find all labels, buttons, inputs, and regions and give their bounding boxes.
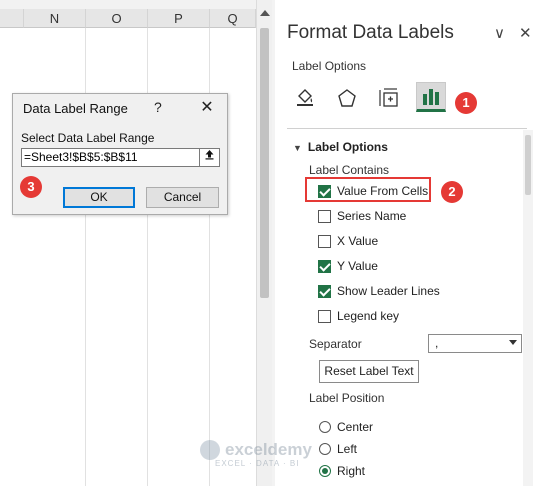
radio-center[interactable]: Center [319, 419, 373, 435]
radio-button[interactable] [319, 443, 331, 455]
radio-label: Center [337, 420, 374, 434]
radio-label: Right [337, 464, 366, 478]
watermark-tagline: EXCEL · DATA · BI [215, 459, 300, 468]
column-header-o[interactable]: O [86, 9, 148, 28]
sheet-top-strip [0, 0, 256, 9]
pane-subtitle[interactable]: Label Options [292, 59, 366, 73]
collapse-dialog-button[interactable] [200, 148, 220, 167]
label-options-bar-chart-icon[interactable] [416, 82, 446, 112]
checkbox-box[interactable] [318, 209, 331, 223]
effects-pentagon-icon[interactable] [333, 84, 361, 112]
column-header-p[interactable]: P [148, 9, 210, 28]
checkbox-box[interactable] [318, 234, 331, 248]
checkbox-series-name[interactable]: Series Name [318, 208, 406, 224]
size-properties-icon[interactable] [375, 84, 403, 112]
watermark-name: exceldemy [225, 440, 312, 459]
checkbox-label: Series Name [337, 209, 407, 223]
pane-scrollbar-thumb[interactable] [525, 135, 531, 195]
column-header-q[interactable]: Q [210, 9, 256, 28]
sheet-vertical-scrollbar[interactable] [256, 0, 272, 486]
column-header-n[interactable]: N [24, 9, 86, 28]
checkbox-label: Show Leader Lines [337, 284, 440, 298]
chevron-down-icon [509, 340, 517, 345]
separator-label: Separator [309, 337, 362, 351]
radio-left[interactable]: Left [319, 441, 357, 457]
radio-button[interactable] [319, 465, 331, 477]
checkbox-show-leader-lines[interactable]: Show Leader Lines [318, 283, 440, 299]
checkbox-label: X Value [337, 234, 379, 248]
step-badge-3: 3 [20, 176, 42, 198]
scrollbar-thumb[interactable] [260, 28, 269, 298]
label-position-heading: Label Position [309, 391, 385, 405]
reset-label-text-button[interactable]: Reset Label Text [319, 360, 419, 383]
checkbox-x-value[interactable]: X Value [318, 233, 378, 249]
pane-options-chevron-icon[interactable]: ∨ [494, 24, 505, 42]
upload-arrow-icon [205, 150, 214, 160]
close-icon[interactable]: ✕ [197, 97, 217, 117]
pane-close-icon[interactable]: ✕ [519, 24, 532, 42]
data-label-range-dialog: Data Label Range ? ✕ Select Data Label R… [12, 93, 228, 215]
worksheet-area[interactable]: N O P Q [0, 0, 256, 486]
radio-button[interactable] [319, 421, 331, 433]
scroll-up-arrow-icon[interactable] [260, 10, 270, 16]
range-input[interactable]: =Sheet3!$B$5:$B$11 [21, 148, 200, 167]
checkbox-box[interactable] [318, 259, 331, 273]
section-title: Label Options [307, 140, 388, 154]
fill-line-icon[interactable] [291, 84, 319, 112]
watermark-logo-icon [200, 440, 220, 460]
radio-right[interactable]: Right [319, 463, 365, 479]
step-badge-1: 1 [455, 92, 477, 114]
section-label-options[interactable]: ▼ Label Options [293, 140, 388, 154]
pane-divider-line [287, 128, 527, 129]
checkbox-box[interactable] [318, 284, 331, 298]
separator-dropdown[interactable]: , [428, 334, 522, 353]
checkbox-box[interactable] [318, 309, 331, 323]
pane-title: Format Data Labels [287, 22, 454, 43]
checkbox-label: Legend key [337, 309, 400, 323]
checkbox-y-value[interactable]: Y Value [318, 258, 378, 274]
watermark: exceldemy [200, 440, 312, 460]
checkbox-label: Y Value [337, 259, 378, 273]
ok-button[interactable]: OK [63, 187, 135, 208]
format-data-labels-pane: Format Data Labels ∨ ✕ Label Options ▼ La… [275, 0, 533, 486]
radio-label: Left [337, 442, 358, 456]
column-header-blank[interactable] [0, 9, 24, 28]
dialog-prompt: Select Data Label Range [21, 131, 155, 145]
help-icon[interactable]: ? [154, 99, 162, 115]
separator-value: , [435, 336, 439, 350]
checkbox-legend-key[interactable]: Legend key [318, 308, 399, 324]
step-badge-2: 2 [441, 181, 463, 203]
expand-triangle-icon: ▼ [293, 143, 302, 153]
value-from-cells-highlight [305, 177, 431, 202]
pane-scrollbar[interactable] [523, 130, 533, 486]
dialog-title: Data Label Range [23, 101, 128, 116]
label-contains-heading: Label Contains [309, 163, 390, 177]
cancel-button[interactable]: Cancel [146, 187, 219, 208]
